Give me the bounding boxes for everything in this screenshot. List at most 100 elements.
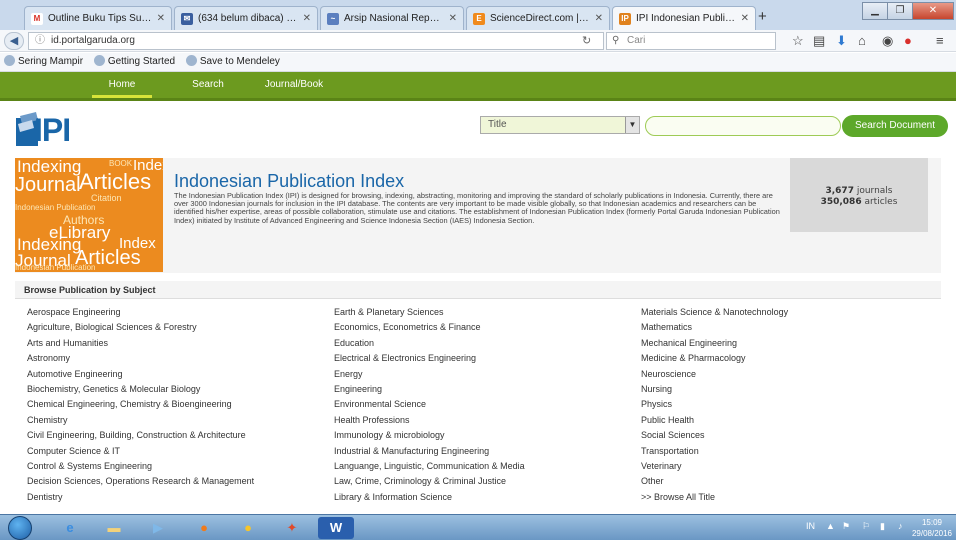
search-document-button[interactable]: Search Document [842,115,948,137]
subject-link[interactable]: Physics [641,397,788,412]
subject-link[interactable]: Medicine & Pharmacology [641,351,788,366]
tab-label: IPI Indonesian Publication I... [636,13,737,24]
subject-link[interactable]: Immunology & microbiology [334,428,525,443]
bookmark-getting-started[interactable]: Getting Started [93,55,175,67]
subject-link[interactable]: Engineering [334,382,525,397]
subject-link[interactable]: Control & Systems Engineering [27,459,254,474]
close-icon[interactable]: ✕ [303,13,311,24]
subject-link[interactable]: Languange, Linguistic, Communication & M… [334,459,525,474]
browser-tab-strip: M Outline Buku Tips Sukses P... ✕ ✉ (634… [0,0,956,30]
address-bar[interactable]: ⓘ id.portalgaruda.org [28,32,604,50]
signal-icon[interactable]: ▮ [880,521,885,532]
start-button[interactable] [8,516,32,540]
subject-link[interactable]: Earth & Planetary Sciences [334,305,525,320]
bookmark-sering-mampir[interactable]: Sering Mampir [4,55,84,67]
download-icon[interactable]: ⬇ [836,33,847,49]
close-icon[interactable]: ✕ [595,13,603,24]
tab-ipi[interactable]: IP IPI Indonesian Publication I... ✕ [612,6,756,30]
volume-icon[interactable]: ♪ [898,521,903,531]
browser-search-input[interactable]: ⚲ Cari [606,32,776,50]
close-window-button[interactable]: ✕ [912,2,954,20]
reading-list-icon[interactable]: ▤ [813,33,825,49]
subject-link[interactable]: Arts and Humanities [27,336,254,351]
tray-arrow-icon[interactable]: ▲ [826,521,835,531]
folder-icon[interactable]: ▬ [96,517,132,539]
subject-link[interactable]: Mechanical Engineering [641,336,788,351]
tab-arsip-nasional[interactable]: ~ Arsip Nasional Republik In... ✕ [320,6,464,30]
subject-link[interactable]: Biochemistry, Genetics & Molecular Biolo… [27,382,254,397]
subject-link[interactable]: Computer Science & IT [27,444,254,459]
subject-link[interactable]: Nursing [641,382,788,397]
tab-label: Arsip Nasional Republik In... [344,13,445,24]
article-count: 350,086 [820,197,862,207]
new-badge-icon[interactable]: ● [904,33,912,48]
subject-link[interactable]: Chemical Engineering, Chemistry & Bioeng… [27,397,254,412]
subject-link[interactable]: Education [334,336,525,351]
clock[interactable]: 15:09 29/08/2016 [912,517,952,539]
flag-icon[interactable]: ⚐ [862,521,870,532]
ipi-icon: IP [619,12,631,25]
firefox-icon[interactable]: ● [186,517,222,539]
subject-link[interactable]: Decision Sciences, Operations Research &… [27,474,254,489]
subject-link[interactable]: Other [641,474,788,489]
search-field-select[interactable]: Title ▼ [480,116,640,134]
close-icon[interactable]: ✕ [449,13,457,24]
subject-link[interactable]: Astronomy [27,351,254,366]
nav-search[interactable]: Search [178,72,238,98]
acrobat-icon[interactable]: ✦ [274,517,310,539]
mail-icon: ✉ [181,12,193,25]
subject-link[interactable]: Economics, Econometrics & Finance [334,320,525,335]
media-player-icon[interactable]: ▶ [140,517,176,539]
subject-link[interactable]: Civil Engineering, Building, Constructio… [27,428,254,443]
subject-link[interactable]: Library & Information Science [334,490,525,505]
browse-all-title-link[interactable]: >> Browse All Title [641,490,788,505]
subject-link[interactable]: Mathematics [641,320,788,335]
subject-link[interactable]: Veterinary [641,459,788,474]
reload-icon[interactable]: ↻ [582,34,591,47]
subject-link[interactable]: Public Health [641,413,788,428]
menu-icon[interactable]: ≡ [936,33,944,48]
word-icon[interactable]: W [318,517,354,539]
chrome-icon[interactable]: ● [230,517,266,539]
tab-sciencedirect[interactable]: E ScienceDirect.com | Scienc... ✕ [466,6,610,30]
subject-link[interactable]: Neuroscience [641,367,788,382]
new-tab-button[interactable]: + [758,8,767,25]
clock-date: 29/08/2016 [911,529,952,538]
subject-link[interactable]: Law, Crime, Criminology & Criminal Justi… [334,474,525,489]
subject-link[interactable]: Transportation [641,444,788,459]
subject-link[interactable]: Energy [334,367,525,382]
subject-link[interactable]: Industrial & Manufacturing Engineering [334,444,525,459]
minimize-button[interactable]: ▁ [862,2,888,20]
back-button[interactable]: ◀ [4,32,24,50]
language-indicator[interactable]: IN [806,521,815,531]
close-icon[interactable]: ✕ [157,13,165,24]
network-icon[interactable]: ⚑ [842,521,850,532]
subject-link[interactable]: Chemistry [27,413,254,428]
star-icon[interactable]: ☆ [792,33,804,49]
logo-text: IPI [34,112,71,148]
maximize-button[interactable]: ❐ [887,2,913,20]
info-icon[interactable]: ⓘ [35,35,45,46]
subject-link[interactable]: Electrical & Electronics Engineering [334,351,525,366]
subject-link[interactable]: Health Professions [334,413,525,428]
bookmark-save-to-mendeley[interactable]: Save to Mendeley [185,55,280,67]
subject-link[interactable]: Aerospace Engineering [27,305,254,320]
site-nav: Home Search Journal/Book [0,72,956,101]
bookmark-label: Sering Mampir [18,56,84,67]
ie-icon[interactable]: e [52,517,88,539]
subject-link[interactable]: Materials Science & Nanotechnology [641,305,788,320]
close-icon[interactable]: ✕ [741,13,749,24]
search-input[interactable] [645,116,841,136]
pocket-icon[interactable]: ◉ [882,33,893,49]
browser-nav-bar: ◀ ⓘ id.portalgaruda.org ↻ ⚲ Cari ☆ ▤ ⬇ ⌂ ◉… [0,30,956,52]
subject-link[interactable]: Agriculture, Biological Sciences & Fores… [27,320,254,335]
nav-journal-book[interactable]: Journal/Book [254,72,334,98]
nav-home[interactable]: Home [92,72,152,98]
subject-link[interactable]: Social Sciences [641,428,788,443]
tab-outline-buku[interactable]: M Outline Buku Tips Sukses P... ✕ [24,6,172,30]
subject-link[interactable]: Dentistry [27,490,254,505]
home-icon[interactable]: ⌂ [858,33,866,48]
tab-mail[interactable]: ✉ (634 belum dibaca) - lkmn... ✕ [174,6,318,30]
subject-link[interactable]: Environmental Science [334,397,525,412]
subject-link[interactable]: Automotive Engineering [27,367,254,382]
